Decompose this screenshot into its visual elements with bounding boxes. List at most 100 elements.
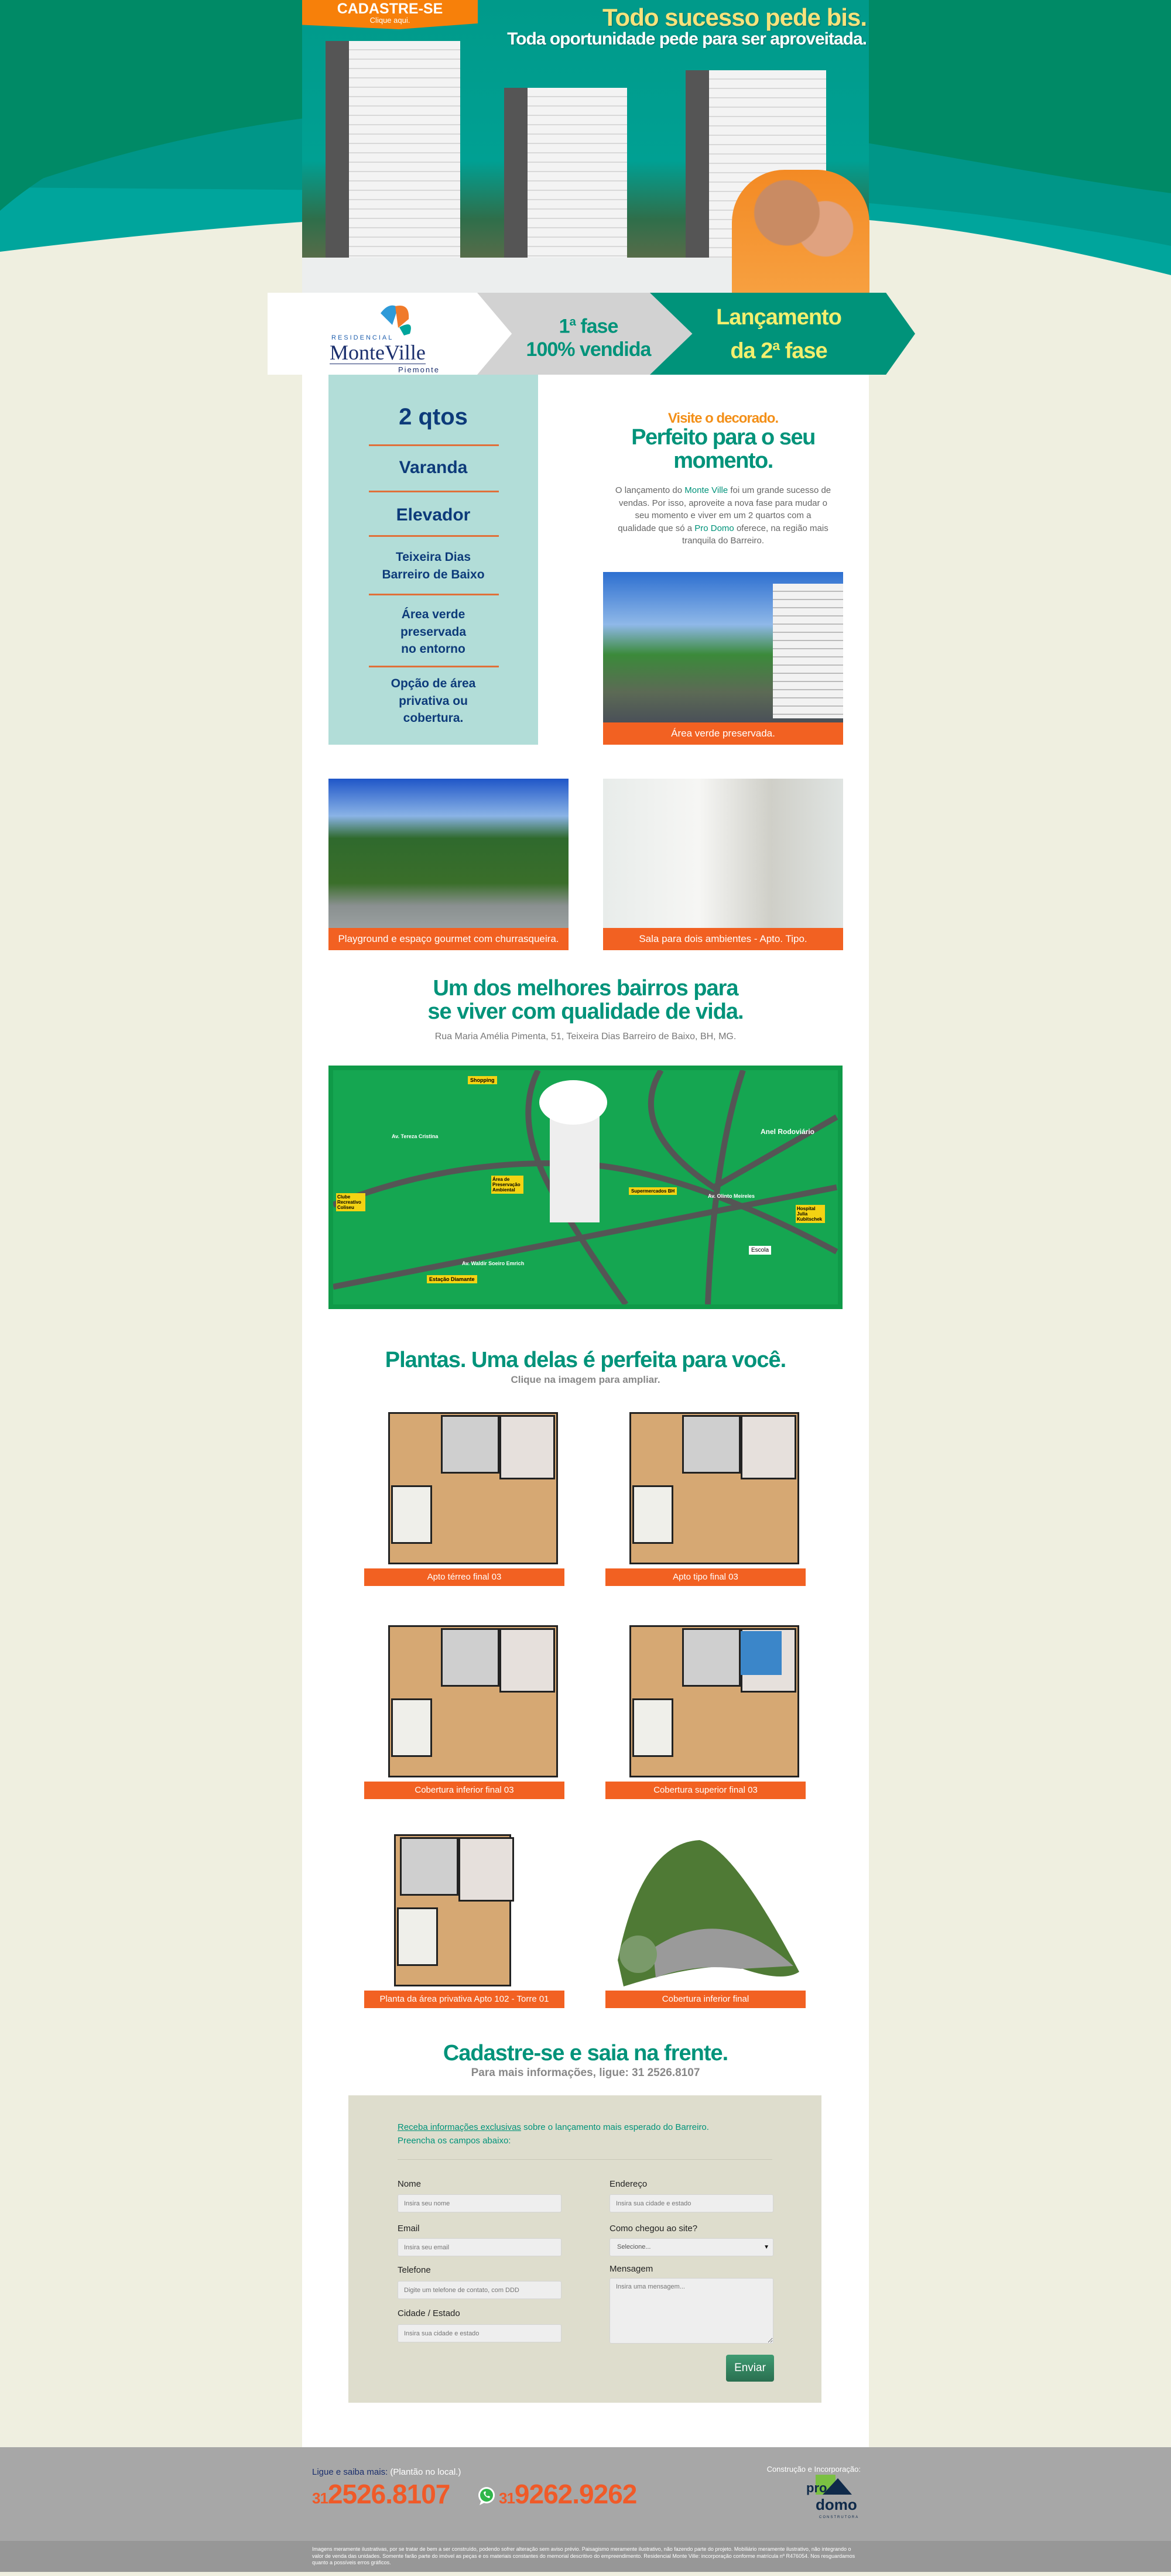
divider [369, 491, 499, 492]
submit-button[interactable]: Enviar [726, 2355, 774, 2382]
playground-photo[interactable] [328, 779, 569, 928]
map-label: Shopping [468, 1076, 497, 1084]
intro-text: O lançamento do [615, 485, 685, 495]
green-area-caption: Área verde preservada. [603, 722, 843, 745]
divider [369, 594, 499, 595]
plan-room [682, 1628, 741, 1687]
source-selected-value: Selecione... [617, 2243, 651, 2250]
phase2-num: da 2 [730, 338, 773, 364]
phone1-number: 2526.8107 [327, 2479, 450, 2509]
location-title-line1: Um dos melhores bairros para [433, 976, 738, 1001]
divider [398, 2159, 772, 2160]
signup-subtitle: Para mais informações, ligue: 31 2526.81… [471, 2067, 700, 2079]
feature-balcony: Varanda [399, 458, 468, 477]
exclusive-info-link[interactable]: Receba informações exclusivas [398, 2122, 521, 2132]
email-label: Email [398, 2224, 420, 2234]
phone2-number: 9262.9262 [514, 2479, 637, 2509]
register-tab-title: CADASTRE-SE [337, 1, 443, 17]
green-area-photo [603, 572, 843, 722]
phone-input[interactable] [398, 2281, 561, 2299]
floor-plan-image[interactable] [365, 1409, 564, 1568]
features-panel: 2 qtos Varanda Elevador Teixeira Dias Ba… [328, 375, 538, 745]
logo-piemonte: Piemonte [398, 365, 440, 374]
svg-text:pro: pro [806, 2481, 827, 2495]
map-label: Av. Waldir Soeiro Emrich [462, 1260, 525, 1266]
feature-green-3: no entorno [401, 642, 465, 656]
map-label: Escola [749, 1246, 772, 1255]
map-logo-bubble [539, 1080, 607, 1125]
form-intro-text: sobre o lançamento mais esperado do Barr… [521, 2122, 709, 2132]
name-input[interactable] [398, 2194, 561, 2212]
building-image [326, 41, 460, 275]
building-image [504, 88, 627, 281]
floor-plan-caption: Apto térreo final 03 [364, 1568, 564, 1586]
phase1-word: fase [575, 315, 618, 338]
phone-number-2[interactable]: 319262.9262 [499, 2478, 637, 2510]
city-input[interactable] [398, 2324, 561, 2342]
map-label: Av. Tereza Cristina [392, 1133, 439, 1139]
feature-neighborhood-1: Teixeira Dias [395, 550, 471, 564]
address-input[interactable] [610, 2194, 773, 2212]
address-label: Endereço [610, 2179, 648, 2189]
plan-room [499, 1628, 555, 1693]
floor-plan-caption: Cobertura superior final 03 [605, 1782, 806, 1799]
form-intro: Receba informações exclusivas sobre o la… [398, 2121, 709, 2147]
prodomo-logo: pro domo CONSTRUTORA [806, 2475, 859, 2519]
living-room-photo[interactable] [603, 779, 843, 928]
call-note: (Plantão no local.) [388, 2467, 461, 2477]
pool-image [741, 1631, 782, 1675]
monteville-logo-icon [381, 305, 411, 335]
svg-text:CONSTRUTORA: CONSTRUTORA [819, 2516, 859, 2519]
floor-plan-image[interactable] [365, 1622, 564, 1782]
phase1-text: 1a fase 100% vendida [515, 310, 662, 361]
floor-plan-image[interactable] [606, 1622, 805, 1782]
source-select[interactable]: Selecione... ▼ [610, 2238, 773, 2256]
form-intro-line2: Preencha os campos abaixo: [398, 2136, 511, 2146]
divider [369, 444, 499, 446]
call-label-text: Ligue e saiba mais: [312, 2467, 388, 2477]
phone-number-1[interactable]: 312526.8107 [312, 2478, 450, 2510]
intro-kicker: Visite o decorado. [667, 410, 779, 426]
whatsapp-icon [478, 2487, 495, 2505]
map-roads [333, 1070, 838, 1304]
phase1-num: 1 [559, 315, 570, 338]
signup-form: Receba informações exclusivas sobre o la… [348, 2095, 821, 2403]
building-image [773, 584, 843, 718]
feature-neighborhood-2: Barreiro de Baixo [382, 568, 485, 581]
intro-highlight-prodomo: Pro Domo [694, 523, 734, 533]
floor-plan-image[interactable] [606, 1831, 805, 1991]
map-label: Hospital Julia Kubitschek [796, 1205, 825, 1223]
plans-subtitle: Clique na imagem para ampliar. [511, 1374, 660, 1385]
living-room-caption: Sala para dois ambientes - Apto. Tipo. [603, 928, 843, 950]
floor-plan-image[interactable] [606, 1409, 805, 1568]
logo-monteville: MonteVille [330, 341, 426, 364]
divider [369, 535, 499, 537]
hero-headline: Todo sucesso pede bis. [602, 4, 867, 31]
site-plan [618, 1840, 799, 1986]
message-label: Mensagem [610, 2264, 653, 2274]
phone2-ddd: 31 [499, 2489, 515, 2507]
map-label: Av. Olinto Meireles [708, 1193, 755, 1199]
register-tab-button[interactable]: CADASTRE-SE Clique aqui. [302, 0, 478, 29]
email-input[interactable] [398, 2238, 561, 2256]
message-textarea[interactable] [610, 2278, 773, 2344]
location-map[interactable]: Shopping Anel Rodoviário Av. Tereza Cris… [328, 1066, 843, 1309]
plan-room [632, 1698, 673, 1757]
phase1-sold: 100% vendida [526, 338, 652, 361]
name-label: Nome [398, 2179, 422, 2189]
intro-title-line1: Perfeito para o seu [631, 425, 816, 450]
feature-elevator: Elevador [396, 505, 471, 525]
intro-highlight-monteville: Monte Ville [684, 485, 728, 495]
feature-green-2: preservada [400, 625, 467, 639]
map-label: Anel Rodoviário [761, 1128, 815, 1136]
feature-option-1: Opção de área [391, 677, 476, 690]
svg-text:domo: domo [816, 2496, 857, 2513]
floor-plan-image[interactable] [365, 1831, 564, 1991]
plan-room [441, 1415, 499, 1474]
plan-room [499, 1415, 555, 1479]
chevron-down-icon: ▼ [763, 2244, 769, 2250]
floor-plan-caption: Apto tipo final 03 [605, 1568, 806, 1586]
intro-title-line2: momento. [673, 448, 773, 473]
plan-room [391, 1485, 432, 1544]
phone-label: Telefone [398, 2265, 431, 2275]
